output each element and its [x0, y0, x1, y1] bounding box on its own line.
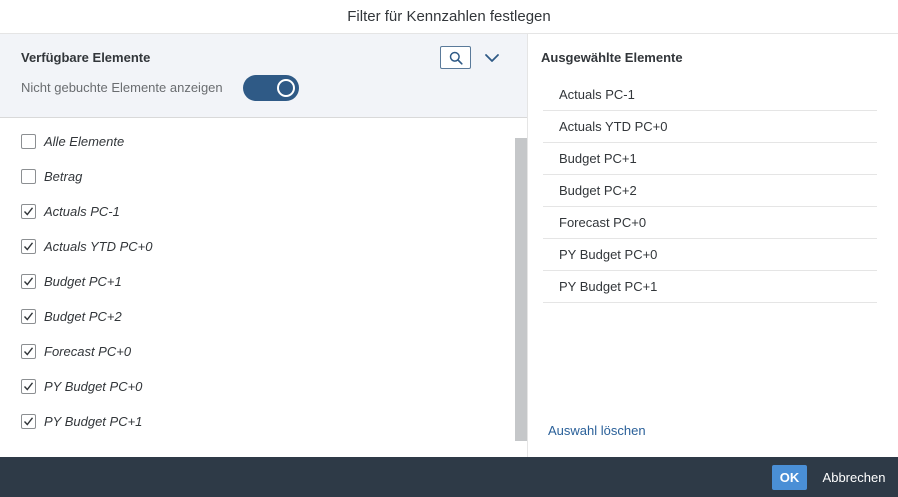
- selected-item[interactable]: Budget PC+2: [543, 175, 877, 207]
- list-item-label: PY Budget PC+1: [44, 414, 143, 429]
- available-elements-panel: Verfügbare Elemente Nicht gebuchte Eleme…: [0, 34, 528, 457]
- checkmark-icon: [23, 242, 34, 251]
- list-item[interactable]: Budget PC+2: [0, 299, 515, 334]
- checkbox[interactable]: [21, 169, 36, 184]
- selected-item[interactable]: Actuals YTD PC+0: [543, 111, 877, 143]
- checkbox[interactable]: [21, 134, 36, 149]
- selected-item[interactable]: PY Budget PC+0: [543, 239, 877, 271]
- checkbox[interactable]: [21, 414, 36, 429]
- list-item[interactable]: Forecast PC+0: [0, 334, 515, 369]
- list-item-label: Forecast PC+0: [44, 344, 132, 359]
- list-item-label: Betrag: [44, 169, 83, 184]
- checkbox[interactable]: [21, 239, 36, 254]
- expand-header-button[interactable]: [481, 46, 503, 69]
- checkbox[interactable]: [21, 274, 36, 289]
- selected-elements-panel: Ausgewählte Elemente Actuals PC-1 Actual…: [529, 34, 898, 457]
- list-item[interactable]: PY Budget PC+1: [0, 404, 515, 439]
- checkbox[interactable]: [21, 344, 36, 359]
- show-unbooked-label: Nicht gebuchte Elemente anzeigen: [21, 80, 223, 95]
- selected-item[interactable]: PY Budget PC+1: [543, 271, 877, 303]
- list-scrollbar[interactable]: [515, 138, 527, 441]
- checkbox[interactable]: [21, 309, 36, 324]
- selected-item[interactable]: Budget PC+1: [543, 143, 877, 175]
- selected-item[interactable]: Forecast PC+0: [543, 207, 877, 239]
- toggle-knob: [277, 79, 295, 97]
- list-item[interactable]: Alle Elemente: [0, 124, 515, 159]
- cancel-button[interactable]: Abbrechen: [815, 465, 893, 490]
- clear-selection-link[interactable]: Auswahl löschen: [548, 423, 646, 438]
- checkmark-icon: [23, 382, 34, 391]
- checkmark-icon: [23, 347, 34, 356]
- checkbox[interactable]: [21, 379, 36, 394]
- show-unbooked-toggle[interactable]: [243, 75, 299, 101]
- selected-item[interactable]: Actuals PC-1: [543, 79, 877, 111]
- search-button[interactable]: [440, 46, 471, 69]
- checkbox[interactable]: [21, 204, 36, 219]
- checkmark-icon: [23, 207, 34, 216]
- list-item[interactable]: Betrag: [0, 159, 515, 194]
- list-item-label: Actuals PC-1: [44, 204, 120, 219]
- search-icon: [449, 51, 463, 65]
- available-elements-title: Verfügbare Elemente: [21, 50, 151, 65]
- available-elements-header: Verfügbare Elemente Nicht gebuchte Eleme…: [0, 34, 527, 118]
- dialog-title: Filter für Kennzahlen festlegen: [0, 0, 898, 34]
- checkmark-icon: [23, 277, 34, 286]
- checkmark-icon: [23, 417, 34, 426]
- list-item-label: Alle Elemente: [44, 134, 125, 149]
- list-item-label: Budget PC+2: [44, 309, 122, 324]
- list-item-label: Budget PC+1: [44, 274, 122, 289]
- list-item[interactable]: Actuals YTD PC+0: [0, 229, 515, 264]
- checkmark-icon: [23, 312, 34, 321]
- ok-button[interactable]: OK: [772, 465, 807, 490]
- available-elements-list: Alle Elemente Betrag Actuals PC-1 Actual…: [0, 124, 515, 442]
- selected-elements-list: Actuals PC-1 Actuals YTD PC+0 Budget PC+…: [543, 79, 877, 303]
- selected-elements-title: Ausgewählte Elemente: [541, 50, 683, 65]
- list-item-label: PY Budget PC+0: [44, 379, 143, 394]
- list-item[interactable]: PY Budget PC+0: [0, 369, 515, 404]
- dialog-footer: OK Abbrechen: [0, 457, 898, 497]
- list-item[interactable]: Actuals PC-1: [0, 194, 515, 229]
- chevron-down-icon: [485, 53, 499, 62]
- list-item[interactable]: Budget PC+1: [0, 264, 515, 299]
- list-item-label: Actuals YTD PC+0: [44, 239, 153, 254]
